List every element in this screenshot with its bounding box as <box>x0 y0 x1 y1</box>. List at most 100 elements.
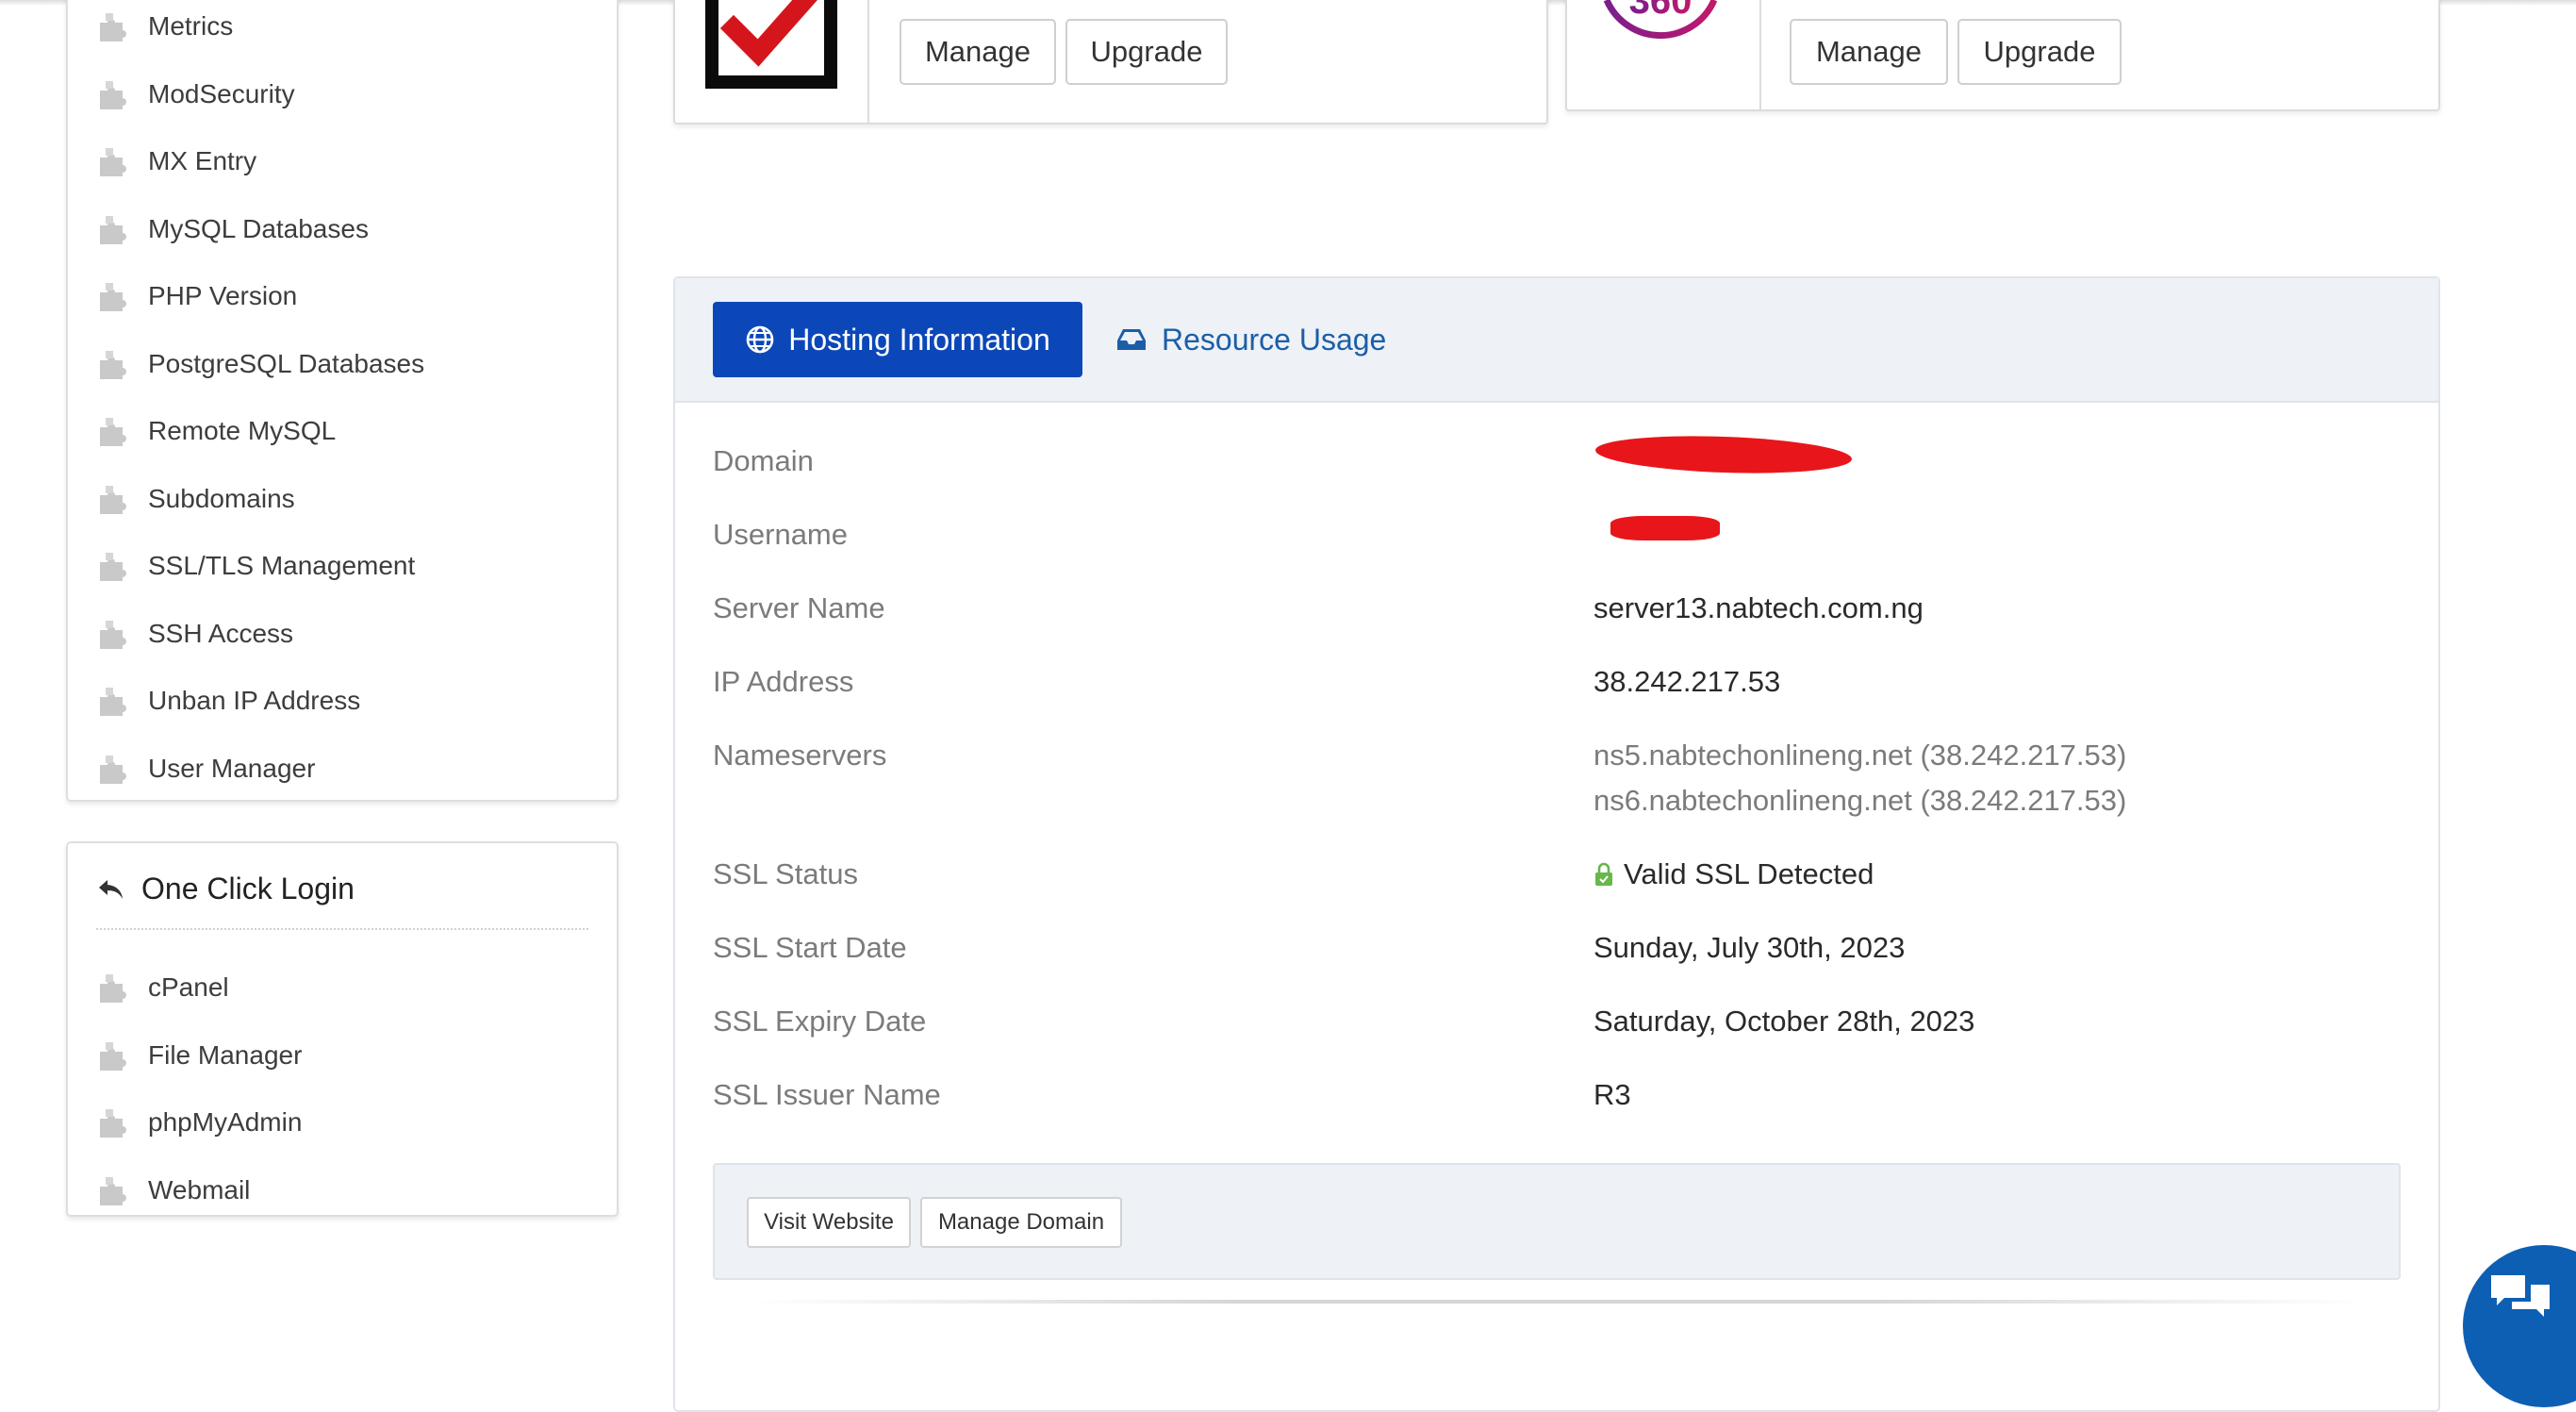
row-ssl-expiry-date: SSL Expiry Date Saturday, October 28th, … <box>713 1005 2438 1042</box>
sidebar-item-postgresql-databases[interactable]: PostgreSQL Databases <box>98 345 424 383</box>
sidebar-item-label: MX Entry <box>148 146 257 175</box>
sidebar-item-label: Webmail <box>148 1174 251 1204</box>
visit-website-button[interactable]: Visit Website <box>747 1197 911 1248</box>
sidebar-item-modsecurity[interactable]: ModSecurity <box>98 75 295 113</box>
inbox-icon <box>1117 329 1146 350</box>
manage-button[interactable]: Manage <box>900 19 1056 85</box>
sidebar-item-label: User Manager <box>148 753 316 783</box>
sidebar-item-mysql-databases[interactable]: MySQL Databases <box>98 210 369 248</box>
tab-hosting-information-label: Hosting Information <box>788 322 1050 357</box>
puzzle-icon <box>100 1176 126 1205</box>
sidebar-item-webmail[interactable]: Webmail <box>98 1171 250 1209</box>
card-divider <box>867 0 869 123</box>
sidebar-item-php-version[interactable]: PHP Version <box>98 277 297 315</box>
sidebar-item-remote-mysql[interactable]: Remote MySQL <box>98 412 336 450</box>
redaction-scribble <box>1610 516 1720 540</box>
sidebar-item-unban-ip-address[interactable]: Unban IP Address <box>98 682 360 720</box>
ssl-expiry-date-value: Saturday, October 28th, 2023 <box>1593 1005 1975 1038</box>
360-logo-text: 360 <box>1629 0 1693 22</box>
product-card-2: 360 Manage Upgrade <box>1565 0 2440 111</box>
ip-address-value: 38.242.217.53 <box>1593 665 1781 698</box>
puzzle-icon <box>100 350 126 379</box>
server-name-label: Server Name <box>713 591 885 624</box>
ip-address-label: IP Address <box>713 665 854 698</box>
nameserver-1: ns5.nabtechonlineng.net (38.242.217.53) <box>1593 739 2127 772</box>
row-ssl-start-date: SSL Start Date Sunday, July 30th, 2023 <box>713 931 2438 969</box>
green-lock-icon <box>1595 862 1612 886</box>
ssl-status-value-wrap: Valid SSL Detected <box>1593 857 1874 891</box>
sidebar-item-label: MySQL Databases <box>148 213 369 243</box>
server-name-value: server13.nabtech.com.ng <box>1593 591 1924 624</box>
sidebar-item-label: PostgreSQL Databases <box>148 348 425 378</box>
globe-icon <box>746 325 774 354</box>
domain-label: Domain <box>713 444 814 477</box>
ssl-expiry-date-label: SSL Expiry Date <box>713 1005 927 1038</box>
header-divider <box>96 928 588 930</box>
sidebar-item-label: Unban IP Address <box>148 686 361 715</box>
chat-bubbles-icon <box>2491 1275 2550 1317</box>
footer-divider <box>751 1300 2363 1304</box>
sidebar-item-user-manager[interactable]: User Manager <box>98 750 315 788</box>
puzzle-icon <box>100 148 126 176</box>
puzzle-icon <box>100 1041 126 1071</box>
row-ssl-status: SSL Status Valid SSL Detected <box>713 857 2438 895</box>
sidebar-item-file-manager[interactable]: File Manager <box>98 1037 302 1074</box>
ssl-start-date-value: Sunday, July 30th, 2023 <box>1593 931 1906 964</box>
puzzle-icon <box>100 418 126 446</box>
row-ssl-issuer: SSL Issuer Name R3 <box>713 1078 2438 1116</box>
puzzle-icon <box>100 688 126 716</box>
sidebar-item-subdomains[interactable]: Subdomains <box>98 480 295 518</box>
nameserver-2: ns6.nabtechonlineng.net (38.242.217.53) <box>1593 784 2127 817</box>
puzzle-icon <box>100 80 126 109</box>
ssl-status-value: Valid SSL Detected <box>1624 857 1874 890</box>
puzzle-icon <box>100 620 126 649</box>
puzzle-icon <box>100 485 126 514</box>
sidebar-item-mx-entry[interactable]: MX Entry <box>98 142 256 180</box>
actions-footer: Visit Website Manage Domain <box>713 1163 2401 1280</box>
username-label: Username <box>713 518 848 551</box>
upgrade-button[interactable]: Upgrade <box>1065 19 1228 85</box>
sidebar-item-phpmyadmin[interactable]: phpMyAdmin <box>98 1104 302 1141</box>
puzzle-icon <box>100 974 126 1003</box>
puzzle-icon <box>100 755 126 784</box>
puzzle-icon <box>100 1109 126 1138</box>
sidebar-item-label: phpMyAdmin <box>148 1107 303 1137</box>
sidebar-item-label: SSH Access <box>148 618 294 648</box>
sidebar-item-label: File Manager <box>148 1039 303 1070</box>
sidebar-item-metrics[interactable]: Metrics <box>98 8 233 45</box>
manage-domain-button[interactable]: Manage Domain <box>920 1197 1122 1248</box>
sidebar-item-label: Metrics <box>148 11 234 41</box>
one-click-login-header: One Click Login <box>96 872 355 906</box>
one-click-login-title: One Click Login <box>141 872 355 905</box>
product-card-1: Manage Upgrade <box>673 0 1548 125</box>
row-username: Username <box>713 516 2438 556</box>
ssl-issuer-value: R3 <box>1593 1078 1631 1111</box>
reply-arrow-icon <box>99 879 123 899</box>
sidebar-item-cpanel[interactable]: cPanel <box>98 969 229 1006</box>
tab-resource-usage[interactable]: Resource Usage <box>1115 302 1386 377</box>
ssl-status-label: SSL Status <box>713 857 858 890</box>
puzzle-icon <box>100 283 126 311</box>
sidebar-item-label: cPanel <box>148 972 229 1002</box>
hosting-info-panel: Hosting Information Resource Usage Domai… <box>673 276 2440 1412</box>
one-click-login-panel: One Click Login cPanel File Manager phpMyA… <box>66 841 619 1217</box>
live-chat-button[interactable] <box>2463 1245 2576 1407</box>
puzzle-icon <box>100 13 126 42</box>
tabs-header: Hosting Information Resource Usage <box>675 278 2438 403</box>
ssl-start-date-label: SSL Start Date <box>713 931 907 964</box>
row-server-name: Server Name server13.nabtech.com.ng <box>713 591 2438 629</box>
row-nameservers: Nameservers ns5.nabtechonlineng.net (38.… <box>713 739 2438 823</box>
sidebar-item-label: Remote MySQL <box>148 416 337 445</box>
sidebar-item-label: PHP Version <box>148 281 298 310</box>
puzzle-icon <box>100 553 126 581</box>
tab-hosting-information[interactable]: Hosting Information <box>713 302 1082 377</box>
sidebar-item-ssl-tls-management[interactable]: SSL/TLS Management <box>98 547 415 585</box>
upgrade-button[interactable]: Upgrade <box>1957 19 2122 85</box>
row-domain: Domain <box>713 432 2438 482</box>
manage-button[interactable]: Manage <box>1790 19 1948 85</box>
360-logo: 360 <box>1603 0 1718 40</box>
sidebar-item-ssh-access[interactable]: SSH Access <box>98 615 293 653</box>
redaction-scribble <box>1594 432 1853 477</box>
sidebar-item-label: SSL/TLS Management <box>148 551 416 580</box>
tab-resource-usage-label: Resource Usage <box>1162 322 1387 357</box>
